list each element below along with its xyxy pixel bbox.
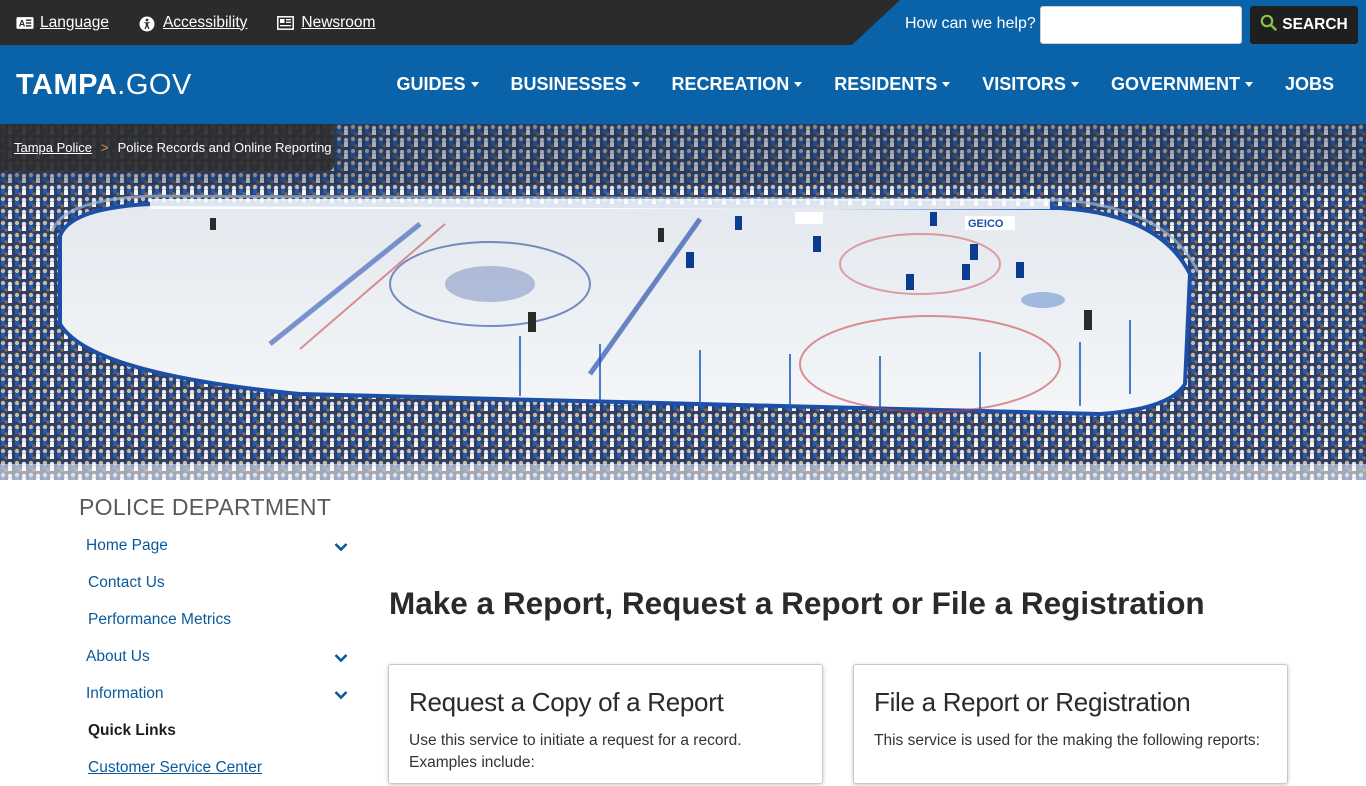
department-title: POLICE DEPARTMENT (79, 494, 332, 520)
search-button-label: SEARCH (1282, 16, 1348, 33)
nav-item-residents[interactable]: RESIDENTS (834, 74, 951, 95)
caret-down-icon (631, 82, 640, 87)
sidebar-item-performance-metrics[interactable]: Performance Metrics (86, 601, 356, 638)
breadcrumb-current: Police Records and Online Reporting (117, 140, 332, 155)
sidebar-item-quick-links[interactable]: Quick Links (86, 712, 356, 749)
sidebar-item-label: Quick Links (88, 721, 176, 739)
request-report-card[interactable]: Request a Copy of a Report Use this serv… (388, 664, 823, 784)
card-title: Request a Copy of a Report (409, 687, 724, 717)
breadcrumb-parent-link[interactable]: Tampa Police (14, 140, 92, 155)
file-report-card[interactable]: File a Report or Registration This servi… (853, 664, 1288, 784)
chevron-down-icon[interactable] (334, 687, 348, 705)
caret-down-icon (1244, 82, 1253, 87)
card-description: This service is used for the making the … (874, 732, 1260, 749)
language-label: Language (40, 13, 109, 31)
nav-item-label: JOBS (1284, 74, 1334, 94)
help-label: How can we help? (905, 15, 1036, 32)
sidebar-nav: Home Page Contact Us Performance Metrics… (86, 527, 356, 786)
search-icon (1260, 14, 1277, 36)
nav-item-visitors[interactable]: VISITORS (982, 74, 1079, 95)
logo-bold-text: TAMPA (16, 69, 118, 101)
caret-down-icon (942, 82, 951, 87)
search-input[interactable] (1040, 6, 1242, 44)
nav-item-label: BUSINESSES (510, 74, 627, 94)
nav-item-label: RESIDENTS (834, 74, 938, 94)
breadcrumb: Tampa Police > Police Records and Online… (0, 124, 334, 171)
nav-menu: GUIDES BUSINESSES RECREATION RESIDENTS V… (396, 45, 1334, 124)
utility-bar: A Language Accessibility Newsroom How ca… (0, 0, 1366, 45)
logo-light-text: .GOV (117, 69, 192, 101)
nav-item-label: VISITORS (982, 74, 1066, 94)
accessibility-icon (139, 16, 157, 31)
main-navigation: TAMPA.GOV GUIDES BUSINESSES RECREATION R… (0, 45, 1366, 124)
nav-item-recreation[interactable]: RECREATION (672, 74, 803, 95)
page-title: Make a Report, Request a Report or File … (389, 585, 1205, 621)
sidebar-item-label: Information (86, 684, 164, 702)
sidebar-item-label: About Us (86, 647, 150, 665)
newsroom-label: Newsroom (301, 13, 376, 31)
card-title: File a Report or Registration (874, 687, 1191, 717)
nav-item-guides[interactable]: GUIDES (396, 74, 479, 95)
search-button[interactable]: SEARCH (1250, 6, 1358, 44)
language-link[interactable]: A Language (16, 14, 109, 32)
nav-item-label: RECREATION (671, 74, 790, 94)
sidebar-item-label: Performance Metrics (88, 610, 231, 628)
caret-down-icon (470, 82, 479, 87)
sidebar-item-about-us[interactable]: About Us (86, 638, 356, 675)
hero-image: GEICO (0, 124, 1366, 480)
language-icon: A (16, 16, 34, 30)
sidebar-item-label: Home Page (86, 536, 168, 554)
caret-down-icon (794, 82, 803, 87)
utility-links: A Language Accessibility Newsroom (16, 0, 375, 45)
newsroom-link[interactable]: Newsroom (277, 14, 375, 32)
sidebar-item-label: Contact Us (88, 573, 165, 591)
svg-text:GEICO: GEICO (968, 218, 1004, 230)
nav-item-label: GUIDES (396, 74, 466, 94)
nav-item-label: GOVERNMENT (1110, 74, 1240, 94)
newspaper-icon (277, 15, 295, 30)
svg-text:A: A (19, 18, 26, 28)
sidebar-item-home-page[interactable]: Home Page (86, 527, 356, 564)
sidebar-item-contact-us[interactable]: Contact Us (86, 564, 356, 601)
accessibility-label: Accessibility (162, 13, 248, 31)
chevron-down-icon[interactable] (334, 650, 348, 668)
caret-down-icon (1070, 82, 1079, 87)
breadcrumb-separator: > (101, 140, 109, 155)
chevron-down-icon[interactable] (334, 539, 348, 557)
sidebar-item-information[interactable]: Information (86, 675, 356, 712)
nav-item-businesses[interactable]: BUSINESSES (511, 74, 640, 95)
card-description: Use this service to initiate a request f… (409, 732, 742, 771)
nav-item-jobs[interactable]: JOBS (1285, 74, 1334, 95)
site-logo[interactable]: TAMPA.GOV (16, 69, 192, 102)
nav-item-government[interactable]: GOVERNMENT (1111, 74, 1253, 95)
accessibility-link[interactable]: Accessibility (139, 14, 247, 32)
